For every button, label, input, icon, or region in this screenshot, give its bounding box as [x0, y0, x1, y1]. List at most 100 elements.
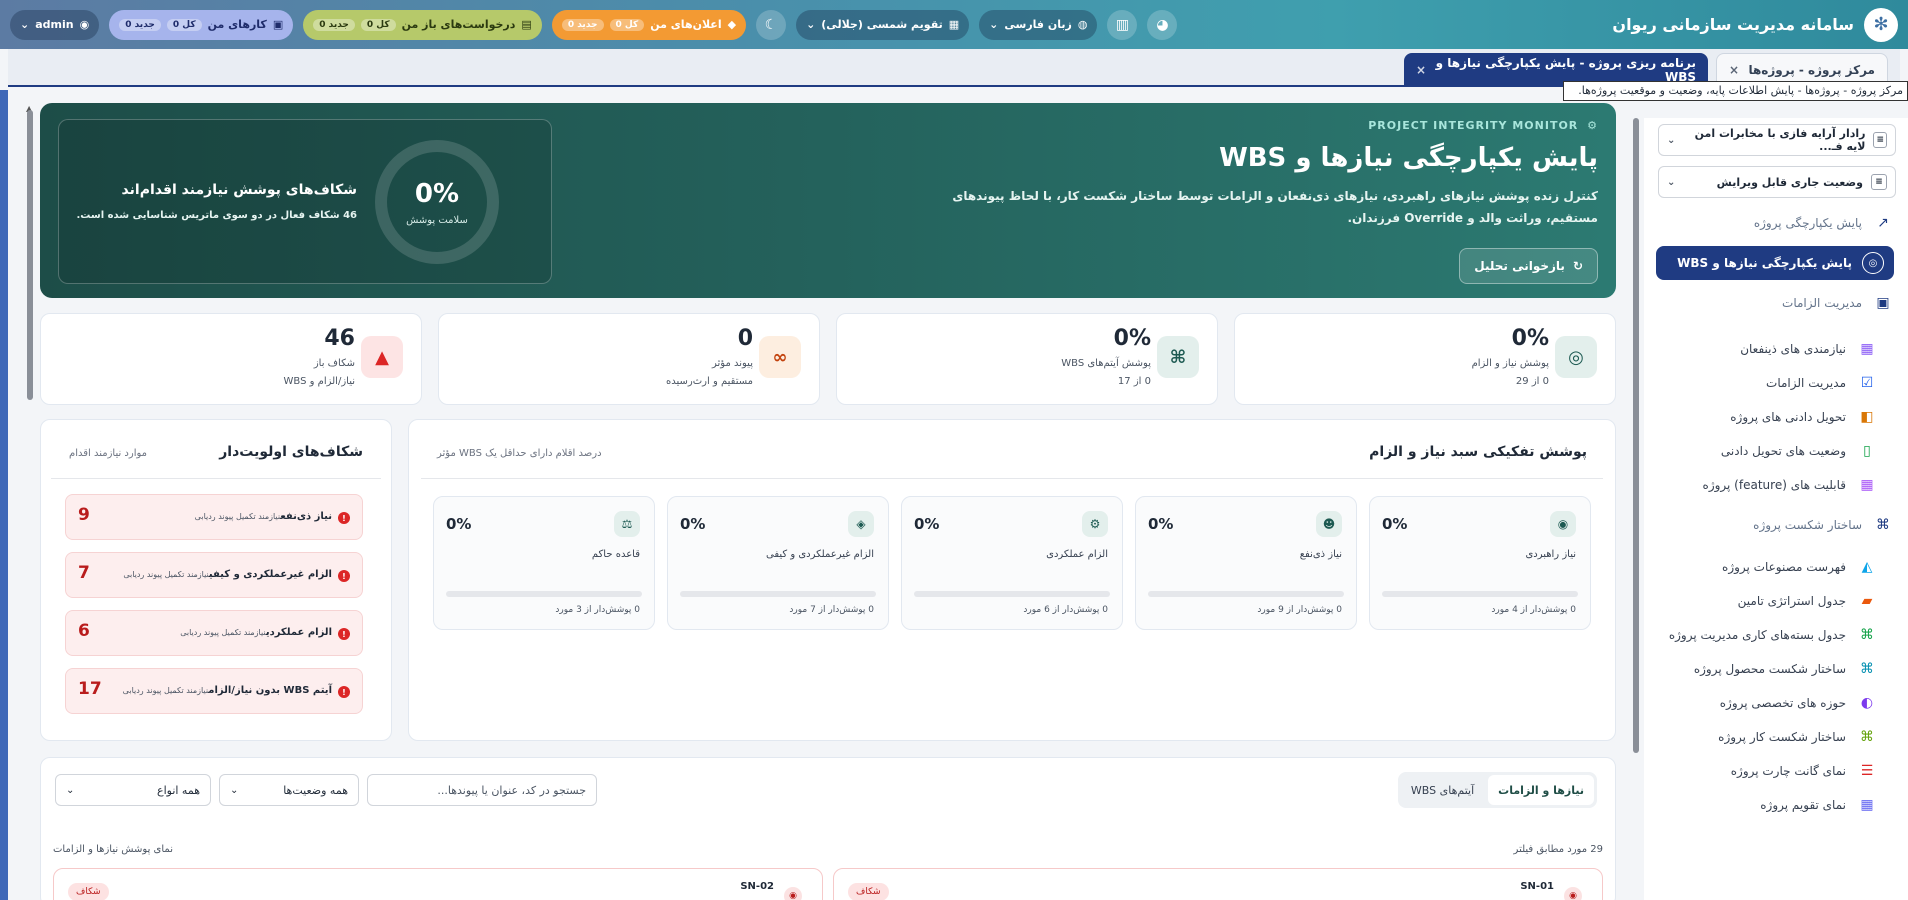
sidebar-item-label: نمای تقویم پروژه — [1760, 798, 1846, 812]
truck-icon: ▰ — [1861, 593, 1873, 609]
sidebar-section-integrity[interactable]: ↗ پایش یکپارچگی پروژه — [1644, 206, 1908, 240]
chevron-down-icon: ⌄ — [806, 18, 816, 31]
sidebar-item-wbs[interactable]: ⌘ ساختار شکست کار پروژه — [1644, 720, 1908, 754]
stat-value: 0% — [1511, 326, 1549, 351]
sidebar-item-integrity-wbs[interactable]: ◎ پایش یکپارچگی نیازها و WBS — [1656, 246, 1894, 280]
sidebar-scrollbar[interactable] — [1633, 118, 1639, 753]
list-icon: ≡ — [1871, 174, 1887, 190]
coverage-breakdown-panel: پوشش تفکیکی سبد نیاز و الزام درصد اقلام … — [408, 419, 1616, 741]
project-select-label: رادار آرایه فازی با مخابرات امن لایه فـ.… — [1694, 127, 1866, 153]
coverage-pct: 0% — [914, 515, 940, 533]
coverage-title: پوشش تفکیکی سبد نیاز و الزام — [1369, 444, 1587, 460]
sidebar-item-label: فهرست مصنوعات پروژه — [1722, 560, 1846, 574]
sidebar-item-label: تحویل دادنی های پروژه — [1730, 410, 1846, 424]
tab-wbs-items[interactable]: آیتم‌های WBS — [1401, 775, 1484, 805]
gap-row[interactable]: ! آیتم WBS بدون نیاز/الزامنیازمند تکمیل … — [65, 668, 363, 714]
moon-icon[interactable]: ☾ — [756, 9, 787, 40]
coverage-card-functional: ⚙ 0% الزام عملکردی 0 پوشش‌دار از 6 مورد — [901, 496, 1123, 630]
chevron-down-icon: ⌄ — [66, 784, 75, 796]
calendar-label: تقویم شمسی (جلالی) — [821, 18, 943, 31]
building-icon[interactable]: ▥ — [1107, 9, 1138, 40]
tasks-new-badge: جدید 0 — [119, 18, 161, 31]
coverage-name: الزام عملکردی — [1046, 549, 1108, 560]
type-filter[interactable]: همه انواع ⌄ — [55, 774, 211, 806]
sidebar-item-requirements[interactable]: ☑ مدیریت الزامات — [1644, 366, 1908, 400]
requirement-code: SN-01 — [1520, 881, 1554, 892]
coverage-name: نیاز ذی‌نفع — [1299, 549, 1342, 560]
sidebar-item-features[interactable]: ▦ قابلیت های (feature) پروژه — [1644, 468, 1908, 502]
coverage-name: نیاز راهبردی — [1525, 549, 1576, 560]
sidebar-item-deliverable-status[interactable]: ▯ وضعیت های تحویل دادنی — [1644, 434, 1908, 468]
bell-icon: ◆ — [727, 18, 737, 31]
box-icon: ◧ — [1860, 409, 1874, 425]
sidebar-item-product-breakdown[interactable]: ⌘ ساختار شکست محصول پروژه — [1644, 652, 1908, 686]
chevron-down-icon: ⌄ — [230, 784, 239, 796]
hero-eyebrow: PROJECT INTEGRITY MONITOR ⚙ — [1368, 119, 1598, 132]
coverage-progress-bar — [1382, 591, 1578, 597]
calendar-select[interactable]: ▦ تقویم شمسی (جلالی) ⌄ — [796, 9, 970, 40]
reload-analysis-button[interactable]: ↻ بازخوانی تحلیل — [1459, 248, 1598, 284]
sidebar-item-domains[interactable]: ◐ حوزه های تخصصی پروژه — [1644, 686, 1908, 720]
announcements-label: اعلان‌های من — [650, 18, 722, 31]
gap-row[interactable]: ! الزام غیرعملکردی و کیفینیازمند تکمیل پ… — [65, 552, 363, 598]
sidebar-item-deliverables[interactable]: ◧ تحویل دادنی های پروژه — [1644, 400, 1908, 434]
shapes-icon: ◭ — [1861, 559, 1873, 575]
gap-count: 17 — [78, 679, 102, 699]
user-menu[interactable]: ◉ admin ⌄ — [10, 9, 100, 40]
requirement-code: SN-02 — [740, 881, 774, 892]
requirement-card[interactable]: ◉ SN-01 شکاف — [833, 868, 1603, 900]
users-icon: ☻ — [1316, 511, 1342, 537]
sidebar-item-stakeholder-needs[interactable]: ▦ نیازمندی های ذینفعان — [1644, 332, 1908, 366]
coverage-progress-bar — [446, 591, 642, 597]
search-input[interactable] — [367, 774, 597, 806]
reload-analysis-label: بازخوانی تحلیل — [1474, 259, 1565, 273]
coverage-name: قاعده حاکم — [591, 549, 640, 560]
main-scrollbar[interactable] — [27, 110, 33, 400]
stat-value: 0 — [737, 326, 753, 351]
close-icon[interactable]: × — [1729, 63, 1739, 77]
gap-row[interactable]: ! نیاز ذی‌نفعنیازمند تکمیل پیوند ردیابی … — [65, 494, 363, 540]
sidebar-item-work-packages[interactable]: ⌘ جدول بسته‌های کاری مدیریت پروژه — [1644, 618, 1908, 652]
sidebar: ≡ رادار آرایه فازی با مخابرات امن لایه ف… — [1644, 118, 1908, 900]
chart-line-icon: ↗ — [1877, 215, 1889, 231]
requests-button[interactable]: ▤ درخواست‌های باز من کل 0 جدید 0 — [303, 9, 542, 40]
sidebar-item-calendar[interactable]: ▦ نمای تقویم پروژه — [1644, 788, 1908, 822]
requests-new-badge: جدید 0 — [313, 18, 355, 31]
stats-row: ◎ 0% پوشش نیاز و الزام 0 از 29 ⌘ 0% پوشش… — [40, 313, 1616, 405]
alert-icon: ! — [338, 570, 350, 582]
coverage-progress-bar — [914, 591, 1110, 597]
requirement-card[interactable]: ◉ SN-02 شکاف — [53, 868, 823, 900]
sidebar-item-gantt[interactable]: ☰ نمای گانت چارت پروژه — [1644, 754, 1908, 788]
warning-icon: ▲ — [361, 336, 403, 378]
hierarchy-icon: ⌘ — [1860, 661, 1874, 677]
alert-icon: ! — [338, 628, 350, 640]
status-select[interactable]: ≡ وضعیت جاری قابل ویرایش ⌄ — [1658, 166, 1896, 198]
announcements-button[interactable]: ◆ اعلان‌های من کل 0 جدید 0 — [551, 9, 747, 40]
language-select[interactable]: ◍ زبان فارسی ⌄ — [979, 9, 1098, 40]
type-filter-label: همه انواع — [157, 783, 200, 797]
tasks-button[interactable]: ▣ کارهای من کل 0 جدید 0 — [109, 9, 294, 40]
calendar-icon: ▦ — [1860, 797, 1874, 813]
palette-icon[interactable]: ◕ — [1147, 9, 1178, 40]
coverage-card-nonfunctional: ◈ 0% الزام غیرعملکردی و کیفی 0 پوشش‌دار … — [667, 496, 889, 630]
sidebar-item-label: ساختار شکست کار پروژه — [1718, 730, 1846, 744]
sidebar-section-wbs[interactable]: ⌘ ساختار شکست پروژه — [1644, 508, 1908, 542]
project-select[interactable]: ≡ رادار آرایه فازی با مخابرات امن لایه ف… — [1658, 124, 1896, 156]
stat-value: 46 — [324, 326, 355, 351]
stat-card-links: ∞ 0 پیوند مؤثر مستقیم و ارث‌رسیده — [438, 313, 820, 405]
status-filter[interactable]: همه وضعیت‌ها ⌄ — [219, 774, 359, 806]
sidebar-item-artifacts[interactable]: ◭ فهرست مصنوعات پروژه — [1644, 550, 1908, 584]
gap-text: آیتم WBS بدون نیاز/الزامنیازمند تکمیل پی… — [123, 685, 332, 696]
gap-row[interactable]: ! الزام عملکردینیازمند تکمیل پیوند ردیاب… — [65, 610, 363, 656]
chevron-down-icon: ⌄ — [989, 18, 999, 31]
health-summary-card: 0% سلامت پوشش شکاف‌های پوشش نیازمند اقدا… — [58, 119, 552, 284]
gap-count: 9 — [78, 505, 90, 525]
stat-label: شکاف باز — [313, 358, 355, 369]
coverage-list-panel: نیازها و الزامات آیتم‌های WBS همه وضعیت‌… — [40, 757, 1616, 900]
stat-label: پیوند مؤثر — [711, 358, 753, 369]
tab-requirements[interactable]: نیازها و الزامات — [1488, 775, 1594, 805]
tab-integrity-label: برنامه ریزی پروژه - پایش یکپارچگی نیازها… — [1435, 56, 1696, 84]
close-icon[interactable]: × — [1416, 63, 1426, 77]
sidebar-item-procurement[interactable]: ▰ جدول استراتژی تامین — [1644, 584, 1908, 618]
sidebar-section-requirements[interactable]: ▣ مدیریت الزامات — [1644, 286, 1908, 320]
